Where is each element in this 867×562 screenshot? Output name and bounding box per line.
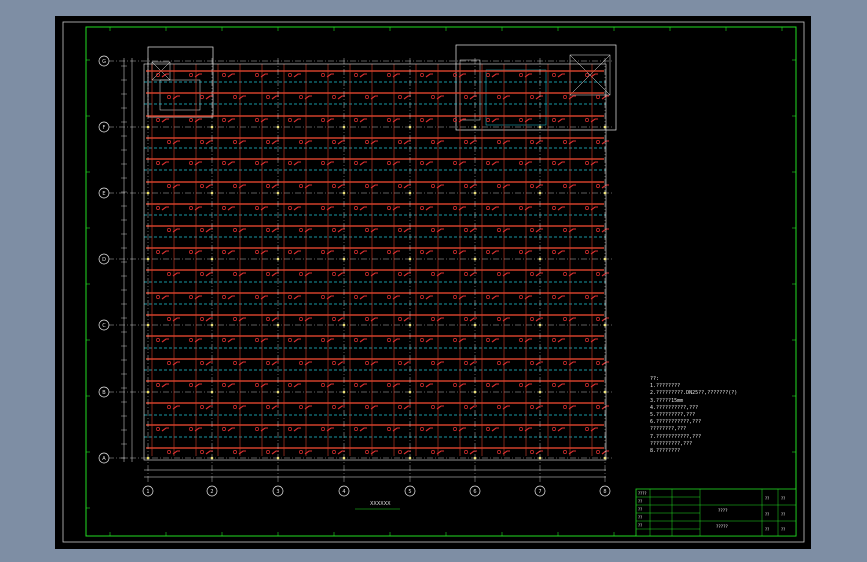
title-block-value-2: ?? [781, 512, 785, 517]
grid-label-row: E [102, 191, 105, 197]
title-block: ???? ?? ?? ?? ?? ???? ????? ?? ?? ?? ?? … [635, 488, 797, 537]
notes-line: ??????????,??? [650, 440, 693, 447]
title-block-project: ???? [718, 508, 728, 514]
grid-label-row: B [102, 390, 106, 396]
grid-label-column: 8 [603, 489, 606, 495]
drawing-sheet [55, 16, 811, 549]
grid-label-column: 6 [473, 489, 476, 495]
title-block-value-3: ?? [781, 527, 785, 532]
drawing-caption: XXXXXX [370, 501, 391, 507]
title-block-label-3: ?? [765, 527, 769, 532]
grid-label-row: D [102, 257, 106, 263]
notes-line: 7.???????????,??? [650, 433, 702, 440]
design-notes: ??: 1.???????? 2.?????????.DN25??,??????… [650, 376, 800, 455]
grid-label-column: 1 [146, 489, 149, 495]
grid-label-row: A [102, 456, 106, 462]
notes-line: 1.???????? [650, 383, 681, 390]
title-block-row-5: ?? [638, 523, 642, 528]
title-block-sheet-name: ????? [716, 524, 729, 530]
notes-line: 8.???????? [650, 448, 681, 455]
title-block-row-3: ?? [638, 507, 642, 512]
title-block-label-1: ?? [765, 496, 769, 501]
title-block-label-2: ?? [765, 512, 769, 517]
grid-label-column: 7 [538, 489, 541, 495]
notes-line: 2.?????????.DN25??,???????(?) [650, 390, 738, 397]
grid-label-row: G [102, 59, 106, 65]
notes-line: 3.?????15mm [650, 397, 684, 404]
notes-line: 5.?????????,??? [650, 412, 696, 419]
notes-heading: ??: [650, 376, 660, 382]
notes-line: ????????,??? [650, 426, 687, 433]
grid-label-column: 4 [342, 489, 345, 495]
title-block-row-2: ?? [638, 499, 642, 504]
notes-line: 4.??????????,??? [650, 404, 699, 411]
grid-label-row: F [103, 125, 106, 131]
grid-label-row: C [102, 323, 106, 329]
title-block-row-1: ???? [638, 491, 647, 496]
title-block-row-4: ?? [638, 515, 642, 520]
cad-drawing-canvas: 1 2 3 4 5 6 7 8 G F E D C B A XXXXXX ???? ?? ?? ?? ?? … [55, 16, 811, 549]
title-block-value-1: ?? [781, 496, 785, 501]
notes-line: 6.???????????,??? [650, 419, 702, 426]
grid-label-column: 5 [408, 489, 411, 495]
grid-label-column: 3 [276, 489, 279, 495]
grid-label-column: 2 [210, 489, 213, 495]
